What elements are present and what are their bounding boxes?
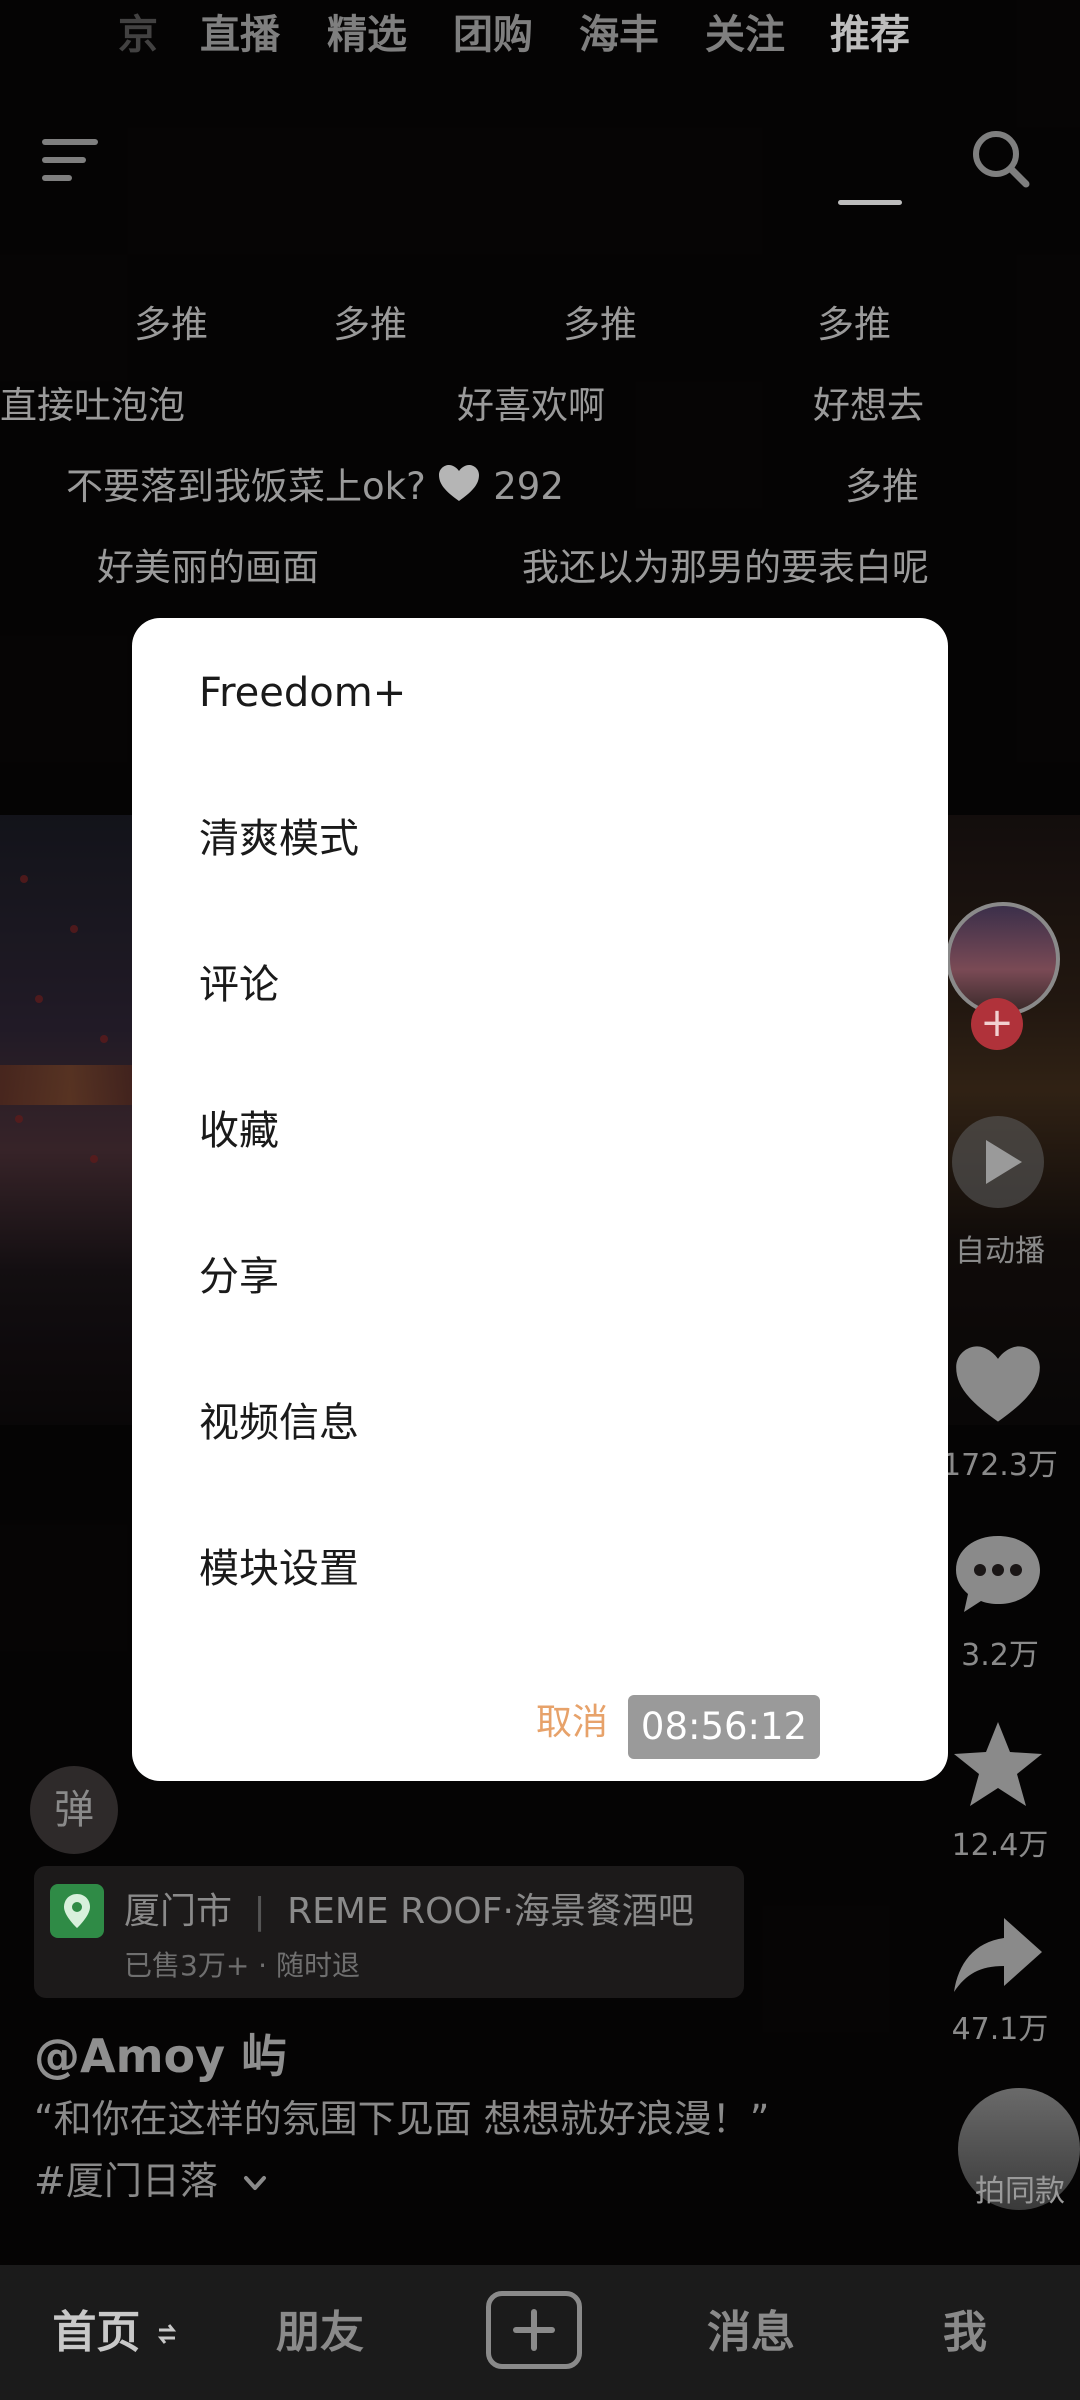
tab-partial[interactable]: 京 <box>118 0 158 70</box>
comment-count: 3.2万 <box>961 1638 1039 1673</box>
menu-item-favorite[interactable]: 收藏 <box>199 1081 899 1181</box>
nav-me[interactable]: 我 <box>920 2265 1010 2400</box>
location-pin-icon <box>50 1884 104 1938</box>
author-name[interactable]: @Amoy 屿 <box>34 2020 287 2086</box>
tab-live[interactable]: 直播 <box>195 0 285 70</box>
danmaku-comment: 直接吐泡泡 <box>0 384 185 427</box>
menu-item-module-settings[interactable]: 模块设置 <box>199 1519 899 1619</box>
tab-featured[interactable]: 精选 <box>322 0 412 70</box>
cancel-button[interactable]: 取消 <box>502 1683 642 1763</box>
nav-messages[interactable]: 消息 <box>686 2265 816 2400</box>
location-card[interactable]: 厦门市 | REME ROOF·海景餐酒吧 已售3万+ · 随时退 <box>34 1866 744 1998</box>
share-icon[interactable] <box>950 1912 1046 1996</box>
danmaku-comment: 我还以为那男的要表白呢 <box>522 546 929 589</box>
chevron-down-icon[interactable] <box>240 2168 270 2198</box>
autoplay-label: 自动播 <box>955 1234 1045 1269</box>
search-icon[interactable] <box>968 126 1032 190</box>
tab-haifeng[interactable]: 海丰 <box>574 0 664 70</box>
danmaku-comment: 多推 <box>333 303 407 346</box>
hashtag-link[interactable]: #厦门日落 <box>34 2150 270 2205</box>
danmaku-toggle-button[interactable]: 弹 <box>30 1766 118 1854</box>
menu-item-freedom-plus[interactable]: Freedom+ <box>199 643 899 743</box>
action-sheet-modal: Freedom+ 清爽模式 评论 收藏 分享 视频信息 模块设置 取消 08:5… <box>132 618 948 1781</box>
time-badge: 08:56:12 <box>628 1695 820 1759</box>
danmaku-comment-liked: 不要落到我饭菜上ok? 292 <box>66 456 564 510</box>
location-subtitle: 已售3万+ · 随时退 <box>124 1949 360 1982</box>
menu-item-comments[interactable]: 评论 <box>199 935 899 1035</box>
location-title: 厦门市 | REME ROOF·海景餐酒吧 <box>124 1882 694 1934</box>
nav-home-label: 首页 <box>52 2307 141 2358</box>
same-style-label[interactable]: 拍同款 <box>960 2166 1080 2210</box>
nav-home[interactable]: 首页 <box>40 2265 190 2400</box>
like-count: 172.3万 <box>942 1448 1058 1483</box>
danmaku-comment: 好美丽的画面 <box>97 546 319 589</box>
active-tab-indicator <box>838 200 902 205</box>
menu-item-video-info[interactable]: 视频信息 <box>199 1373 899 1473</box>
location-divider: | <box>253 1891 266 1932</box>
favorite-star-icon[interactable] <box>950 1718 1046 1810</box>
nav-friends[interactable]: 朋友 <box>255 2265 385 2400</box>
video-caption: “和你在这样的氛围下见面 想想就好浪漫！” <box>34 2097 770 2141</box>
favorite-count: 12.4万 <box>951 1828 1049 1863</box>
hashtag-text: #厦门日落 <box>34 2159 218 2203</box>
tab-recommended[interactable]: 推荐 <box>825 0 915 70</box>
like-heart-icon[interactable] <box>952 1342 1044 1426</box>
danmaku-comment: 多推 <box>845 465 919 508</box>
danmaku-text: 不要落到我饭菜上ok? <box>66 465 426 508</box>
comment-icon[interactable] <box>952 1532 1044 1616</box>
create-post-button[interactable] <box>486 2291 582 2369</box>
tab-group-buy[interactable]: 团购 <box>448 0 538 70</box>
danmaku-comment: 多推 <box>817 303 891 346</box>
location-city: 厦门市 <box>124 1891 233 1932</box>
refresh-arrows-icon <box>157 2324 176 2344</box>
danmaku-comment: 好想去 <box>813 384 924 427</box>
share-count: 47.1万 <box>951 2012 1049 2047</box>
menu-item-share[interactable]: 分享 <box>199 1227 899 1327</box>
heart-icon <box>439 465 480 501</box>
autoplay-icon[interactable] <box>948 1112 1048 1212</box>
bottom-navigation: 首页 朋友 消息 我 <box>0 2265 1080 2400</box>
danmaku-like-count: 292 <box>493 465 564 508</box>
follow-plus-button[interactable]: + <box>971 998 1023 1050</box>
location-name: REME ROOF·海景餐酒吧 <box>287 1891 694 1932</box>
menu-item-clean-mode[interactable]: 清爽模式 <box>199 789 899 889</box>
tab-following[interactable]: 关注 <box>700 0 790 70</box>
danmaku-comment: 多推 <box>563 303 637 346</box>
danmaku-comment: 多推 <box>134 303 208 346</box>
danmaku-comment: 好喜欢啊 <box>457 384 605 427</box>
menu-icon[interactable] <box>42 135 102 185</box>
plus-icon <box>513 2309 555 2351</box>
